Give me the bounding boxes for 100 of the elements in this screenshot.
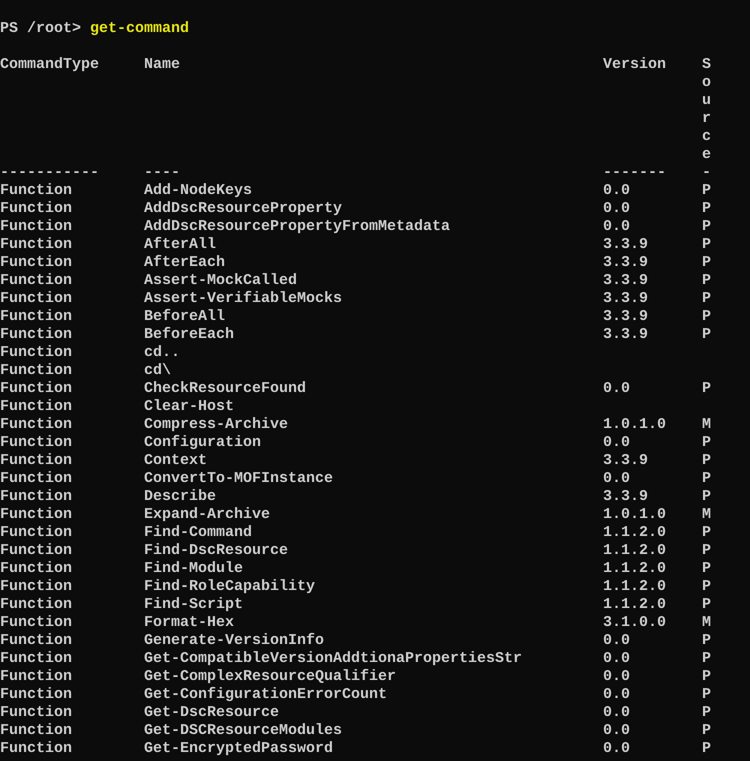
column-header: Name [144,56,180,74]
table-cell: 1.1.2.0 [603,596,666,614]
column-header: Version [603,56,666,74]
table-cell: P [702,488,712,506]
table-cell: Function [0,524,72,542]
table-cell: Get-CompatibleVersionAddtionaPropertiesStr [144,650,522,668]
table-cell: 0.0 [603,704,630,722]
table-cell: Get-ComplexResourceQualifier [144,668,396,686]
table-cell: P [702,452,712,470]
table-cell: cd\ [144,362,172,380]
table-cell: BeforeEach [144,326,234,344]
table-cell: Function [0,362,72,380]
table-cell: Function [0,182,72,200]
table-cell: 3.3.9 [603,236,648,254]
column-rule: - [702,164,712,182]
column-header: CommandType [0,56,100,74]
table-cell: Find-Command [144,524,252,542]
table-cell: Find-RoleCapability [144,578,316,596]
table-cell: Generate-VersionInfo [144,632,324,650]
column-rule: ------- [603,164,666,182]
table-cell: Function [0,218,72,236]
table-cell: 0.0 [603,470,630,488]
table-cell: 0.0 [603,686,630,704]
table-cell: Assert-VerifiableMocks [144,290,342,308]
table-cell: P [702,668,712,686]
table-cell: Add-NodeKeys [144,182,252,200]
table-cell: P [702,560,712,578]
table-cell: Function [0,560,72,578]
table-cell: P [702,182,712,200]
table-cell: 3.3.9 [603,488,648,506]
table-cell: 0.0 [603,182,630,200]
table-cell: Function [0,254,72,272]
table-cell: P [702,650,712,668]
table-cell: P [702,596,712,614]
table-cell: P [702,578,712,596]
table-cell: P [702,524,712,542]
table-cell: Function [0,290,72,308]
table-cell: P [702,722,712,740]
table-cell: Clear-Host [144,398,234,416]
table-cell: 3.3.9 [603,452,648,470]
table-cell: Function [0,650,72,668]
table-cell: P [702,542,712,560]
table-cell: 3.3.9 [603,254,648,272]
table-cell: Function [0,452,72,470]
table-cell: 1.0.1.0 [603,506,666,524]
column-rule: ----------- [0,164,100,182]
table-cell: Compress-Archive [144,416,288,434]
table-cell: P [702,326,712,344]
table-cell: Function [0,200,72,218]
table-cell: Function [0,704,72,722]
table-cell: 3.3.9 [603,308,648,326]
table-cell: AfterEach [144,254,226,272]
table-cell: Find-Module [144,560,244,578]
table-cell: Get-ConfigurationErrorCount [144,686,388,704]
table-cell: Find-DscResource [144,542,288,560]
table-cell: P [702,290,712,308]
table-cell: Function [0,506,72,524]
table-cell: Function [0,272,72,290]
table-cell: Function [0,326,72,344]
table-cell: Get-EncryptedPassword [144,740,334,758]
table-cell: P [702,380,712,398]
table-cell: Find-Script [144,596,244,614]
table-cell: Format-Hex [144,614,234,632]
table-cell: Function [0,398,72,416]
table-cell: 0.0 [603,380,630,398]
table-cell: 1.1.2.0 [603,578,666,596]
table-cell: 3.3.9 [603,326,648,344]
table-cell: 1.1.2.0 [603,524,666,542]
table-cell: P [702,704,712,722]
table-cell: P [702,254,712,272]
table-cell: 3.3.9 [603,272,648,290]
table-cell: Get-DSCResourceModules [144,722,342,740]
table-cell: Function [0,542,72,560]
table-cell: Context [144,452,208,470]
table-cell: Function [0,416,72,434]
table-cell: 0.0 [603,218,630,236]
table-cell: Function [0,236,72,254]
table-cell: 0.0 [603,632,630,650]
table-cell: P [702,470,712,488]
table-cell: ConvertTo-MOFInstance [144,470,334,488]
table-cell: 0.0 [603,200,630,218]
table-cell: Function [0,308,72,326]
table-cell: Function [0,596,72,614]
table-cell: Configuration [144,434,262,452]
table-cell: P [702,218,712,236]
command-text: get-command [90,20,190,38]
table-cell: AfterAll [144,236,216,254]
table-cell: Function [0,686,72,704]
table-cell: CheckResourceFound [144,380,306,398]
column-rule: ---- [144,164,180,182]
table-cell: Function [0,488,72,506]
column-header: Source [702,56,711,164]
table-cell: P [702,272,712,290]
table-cell: 3.3.9 [603,290,648,308]
table-cell: Function [0,578,72,596]
table-cell: P [702,434,712,452]
prompt: PS /root> [0,20,82,38]
table-cell: M [702,506,712,524]
table-cell: 1.0.1.0 [603,416,666,434]
table-cell: P [702,236,712,254]
